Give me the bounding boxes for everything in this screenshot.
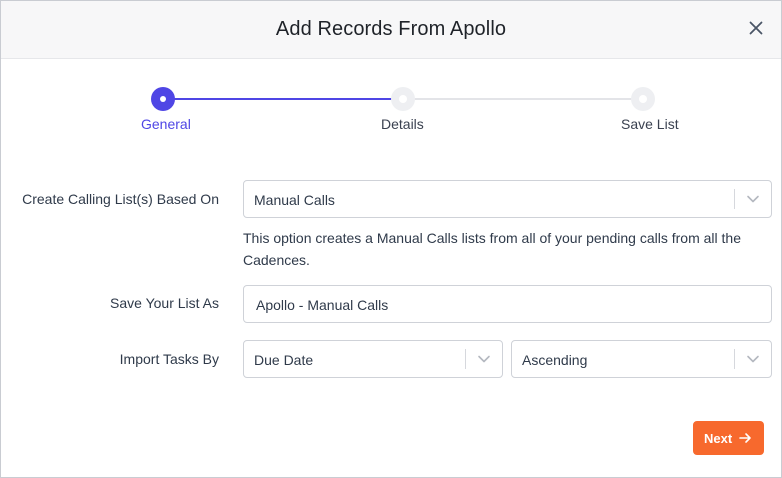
save-list-name-value: Apollo - Manual Calls [256,297,389,313]
close-button[interactable] [745,17,767,39]
save-list-label: Save Your List As [110,295,219,311]
modal-title: Add Records From Apollo [275,18,507,40]
import-tasks-field-value: Due Date [254,352,314,368]
step-details-label[interactable]: Details [381,116,424,132]
next-button[interactable]: Next [693,421,764,455]
save-list-name-input[interactable]: Apollo - Manual Calls [243,285,772,323]
step-details-indicator[interactable] [391,87,415,111]
select-divider [734,349,735,369]
stepper-progress-line [163,98,403,100]
import-tasks-order-value: Ascending [522,352,588,368]
calling-list-label: Create Calling List(s) Based On [22,191,219,207]
close-icon [749,21,763,35]
step-general-label[interactable]: General [141,116,191,132]
chevron-down-icon[interactable] [477,353,491,365]
chevron-down-icon[interactable] [746,193,760,205]
import-tasks-order-select[interactable]: Ascending [511,340,772,378]
import-tasks-label: Import Tasks By [119,351,219,367]
step-save-list-indicator[interactable] [631,87,655,111]
step-general-indicator[interactable] [151,87,175,111]
calling-list-select[interactable]: Manual Calls [243,180,772,218]
step-save-list-label[interactable]: Save List [621,116,679,132]
calling-list-selected-value: Manual Calls [254,192,335,208]
modal-header: Add Records From Apollo [1,1,781,59]
chevron-down-icon[interactable] [746,353,760,365]
select-divider [465,349,466,369]
arrow-right-icon [739,433,751,443]
next-button-label: Next [704,431,733,446]
stepper-remaining-line [403,98,643,100]
add-records-modal: Add Records From Apollo General Details … [0,0,782,478]
import-tasks-field-select[interactable]: Due Date [243,340,503,378]
calling-list-help-text: This option creates a Manual Calls lists… [243,230,741,268]
select-divider [734,189,735,209]
